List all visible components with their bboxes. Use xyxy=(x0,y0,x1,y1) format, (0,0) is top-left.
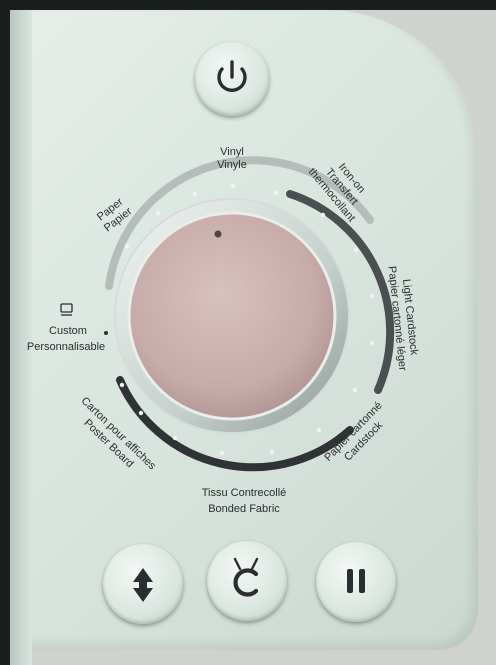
label-bonded-fabric: Bonded Fabric xyxy=(208,503,280,515)
label-tissu-contrecolle: Tissu Contrecollé xyxy=(202,487,287,499)
custom-icon xyxy=(60,303,73,316)
label-vinyle: Vinyle xyxy=(217,159,247,171)
custom-dot xyxy=(104,331,108,335)
pause-button[interactable] xyxy=(316,542,396,622)
label-personnalisable: Personnalisable xyxy=(27,341,105,353)
label-vinyl: Vinyl xyxy=(220,146,244,158)
updown-arrow-icon xyxy=(133,568,153,602)
photo-frame: Vinyl Vinyle Paper Papier Iron-on Transf… xyxy=(0,0,496,665)
dial-indicator-dot xyxy=(214,230,222,238)
power-icon xyxy=(217,60,247,92)
load-unload-button[interactable] xyxy=(103,544,183,624)
label-custom: Custom xyxy=(49,325,87,337)
go-button[interactable] xyxy=(207,541,287,621)
power-button[interactable] xyxy=(195,42,269,116)
cricut-c-icon xyxy=(233,557,259,597)
pause-icon xyxy=(347,569,365,593)
dial-knob[interactable] xyxy=(127,211,337,421)
